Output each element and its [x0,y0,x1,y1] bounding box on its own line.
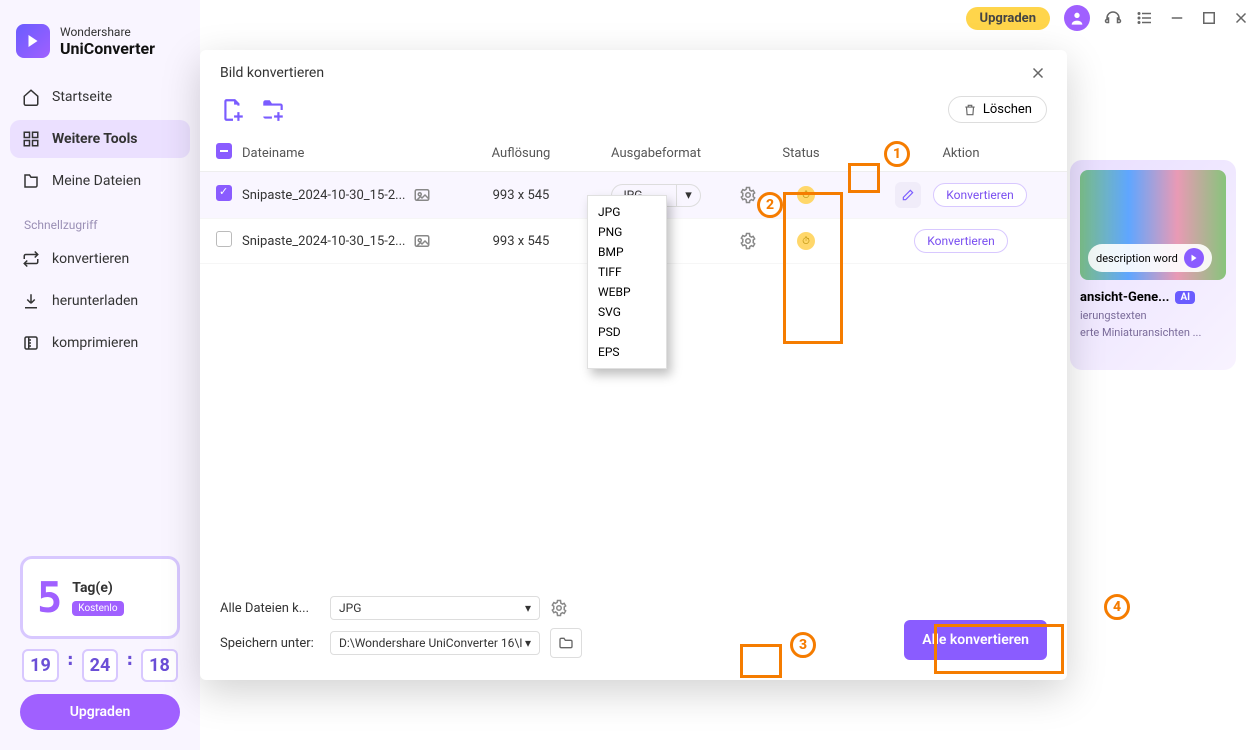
edit-icon[interactable] [895,182,921,208]
menu-list-icon[interactable] [1136,9,1154,27]
trial-days-number: 5 [37,573,62,622]
nav-my-files[interactable]: Meine Dateien [10,162,190,200]
nav-label: konvertieren [52,251,129,267]
col-fmt: Ausgabeformat [581,146,731,161]
all-files-label: Alle Dateien k... [220,601,320,616]
panel-desc: ierungstexten [1080,309,1226,322]
close-window-icon[interactable] [1232,9,1250,27]
quick-compress[interactable]: komprimieren [10,324,190,362]
dropdown-item[interactable]: SVG [588,302,666,322]
nav-label: Startseite [52,89,112,105]
convert-all-button[interactable]: Alle konvertieren [904,620,1047,660]
row-checkbox[interactable] [216,185,232,201]
thumbs-preview: description word [1080,170,1226,280]
all-files-format-select[interactable]: JPG▾ [330,596,540,620]
nav-home[interactable]: Startseite [10,78,190,116]
dropdown-item[interactable]: EPS [588,342,666,362]
row-checkbox[interactable] [216,231,232,247]
annotation-3: 3 [790,632,816,658]
dropdown-item[interactable]: WEBP [588,282,666,302]
col-name: Dateiname [242,146,461,161]
trial-box: 5 Tag(e) Kostenlo 19: 24: 18 Upgraden [20,556,180,730]
file-name: Snipaste_2024-10-30_15-2... [242,234,405,249]
upgrade-pill[interactable]: Upgraden [966,7,1050,30]
dropdown-item[interactable]: PNG [588,222,666,242]
panel-title: ansicht-Gene... AI [1080,290,1226,305]
headset-icon[interactable] [1104,9,1122,27]
logo-mark-icon [16,24,50,58]
minimize-icon[interactable] [1168,9,1186,27]
resolution: 993 x 545 [461,188,581,203]
col-res: Auflösung [461,146,581,161]
panel-desc: erte Miniaturansichten ... [1080,326,1226,339]
nav-label: Weitere Tools [52,131,137,147]
avatar-icon[interactable] [1064,5,1090,31]
dropdown-item[interactable]: BMP [588,242,666,262]
play-icon [1184,248,1204,268]
trial-days-card: 5 Tag(e) Kostenlo [20,556,180,639]
file-name: Snipaste_2024-10-30_15-2... [242,188,405,203]
col-status: Status [731,146,871,161]
status-pending-icon [797,232,815,250]
maximize-icon[interactable] [1200,9,1218,27]
annotation-1: 1 [884,141,910,167]
quick-convert[interactable]: konvertieren [10,240,190,278]
settings-icon[interactable] [739,232,757,250]
ai-feature-panel: description word ansicht-Gene... AI ieru… [1070,160,1236,370]
select-all-checkbox[interactable] [216,143,232,159]
save-path-select[interactable]: D:\Wondershare UniConverter 16\I▾ [330,631,540,655]
logo-text: Wondershare UniConverter [60,25,155,58]
dropdown-item[interactable]: JPG [588,202,666,222]
quick-download[interactable]: herunterladen [10,282,190,320]
chevron-down-icon[interactable]: ▾ [676,185,700,206]
trial-badge: Kostenlo [72,601,123,616]
settings-icon[interactable] [739,186,757,204]
nav-more-tools[interactable]: Weitere Tools [10,120,190,158]
status-pending-icon [797,186,815,204]
preview-icon[interactable] [413,232,431,250]
add-folder-icon[interactable] [260,97,286,123]
modal-title: Bild konvertieren [220,65,324,81]
nav-label: komprimieren [52,335,138,351]
add-file-icon[interactable] [220,97,246,123]
delete-button[interactable]: Löschen [948,96,1047,123]
nav-label: Meine Dateien [52,173,141,189]
convert-button[interactable]: Konvertieren [914,229,1007,253]
format-dropdown: JPG PNG BMP TIFF WEBP SVG PSD EPS [587,195,667,369]
trial-timer: 19: 24: 18 [20,649,180,682]
chevron-down-icon: ▾ [525,601,531,615]
trial-days-label: Tag(e) [72,580,123,596]
app-logo: Wondershare UniConverter [0,10,200,78]
nav-label: herunterladen [52,293,138,309]
annotation-4: 4 [1104,594,1130,620]
save-to-label: Speichern unter: [220,636,320,651]
modal-footer: Alle Dateien k... JPG▾ Speichern unter: … [200,582,1067,680]
annotation-2: 2 [757,192,783,218]
convert-button[interactable]: Konvertieren [933,183,1026,207]
dropdown-item[interactable]: PSD [588,322,666,342]
settings-icon[interactable] [550,599,568,617]
dropdown-item[interactable]: TIFF [588,262,666,282]
upgrade-button-sidebar[interactable]: Upgraden [20,694,180,730]
preview-icon[interactable] [413,186,431,204]
description-pill[interactable]: description word [1088,244,1212,272]
sidebar: Wondershare UniConverter Startseite Weit… [0,0,200,750]
quick-access-label: Schnellzugriff [10,204,190,240]
table-header: Dateiname Auflösung Ausgabeformat Status… [200,135,1067,172]
open-folder-button[interactable] [550,628,582,658]
chevron-down-icon: ▾ [525,636,531,650]
close-icon[interactable] [1029,64,1047,82]
resolution: 993 x 545 [461,234,581,249]
ai-badge: AI [1175,291,1195,304]
nav: Startseite Weitere Tools Meine Dateien S… [0,78,200,362]
